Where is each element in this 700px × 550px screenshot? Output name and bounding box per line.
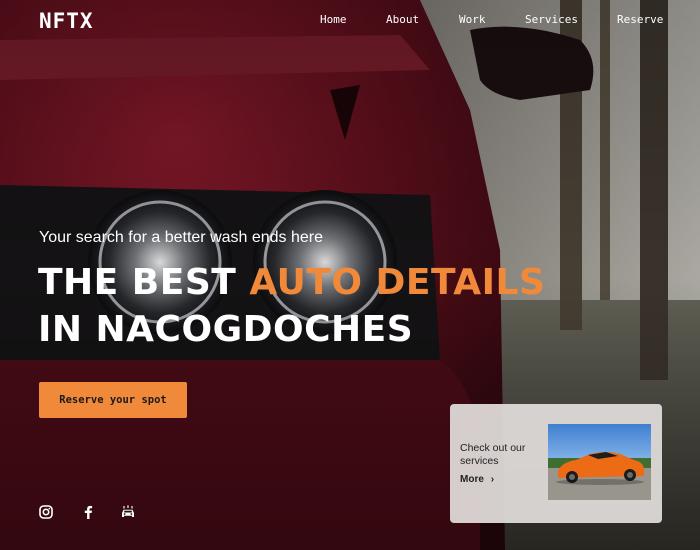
top-nav: NFTX Home About Work Services Reserve	[0, 0, 700, 40]
nav-services-link[interactable]: Services	[525, 13, 578, 26]
nav-reserve-link[interactable]: Reserve	[617, 13, 663, 26]
brand-logo[interactable]: NFTX	[39, 9, 94, 33]
car-wash-icon[interactable]	[120, 504, 136, 520]
headline-part2: IN NACOGDOCHES	[38, 309, 414, 350]
nav-work-link[interactable]: Work	[459, 13, 486, 26]
nav-about-link[interactable]: About	[386, 13, 419, 26]
instagram-icon[interactable]	[38, 504, 54, 520]
orange-sports-car-image	[548, 424, 651, 500]
services-thumbnail	[548, 424, 651, 500]
services-more-link[interactable]: More ›	[460, 474, 494, 485]
services-card[interactable]: Check out our services More ›	[450, 404, 662, 523]
facebook-icon[interactable]	[80, 504, 96, 520]
hero-headline: THE BEST AUTO DETAILS IN NACOGDOCHES	[38, 259, 545, 353]
headline-part1: THE BEST	[38, 262, 250, 303]
more-label: More	[460, 474, 484, 485]
headline-accent: AUTO DETAILS	[249, 262, 546, 303]
chevron-right-icon: ›	[490, 474, 495, 485]
nav-home-link[interactable]: Home	[320, 13, 347, 26]
hero-tagline: Your search for a better wash ends here	[39, 229, 324, 246]
services-card-text: Check out our services	[460, 442, 526, 467]
reserve-spot-button[interactable]: Reserve your spot	[39, 382, 187, 418]
